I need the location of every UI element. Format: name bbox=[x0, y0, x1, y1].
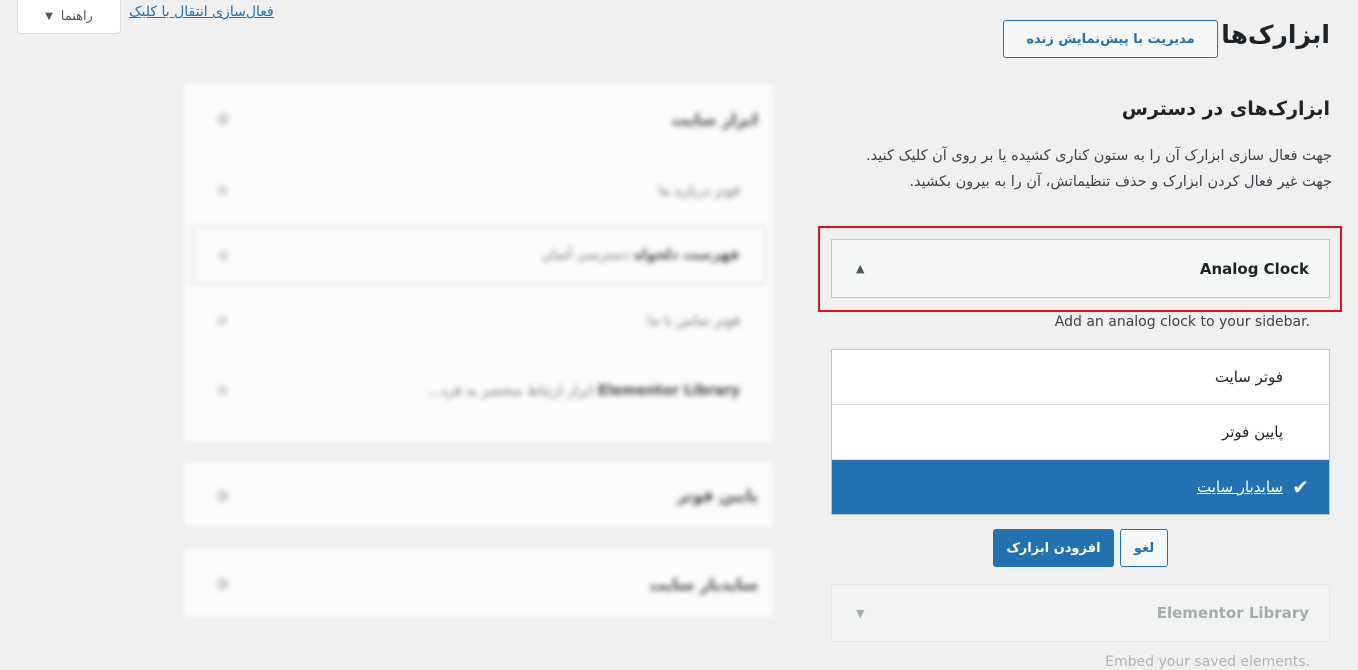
sidebar-option-label: سایدبار سایت bbox=[1197, 478, 1283, 496]
manage-live-preview-button[interactable]: مدیریت با پیش‌نمایش زنده bbox=[1003, 20, 1218, 58]
toggle-icon[interactable] bbox=[218, 490, 228, 501]
highlight-annotation bbox=[818, 226, 1342, 312]
help-label: راهنما bbox=[60, 9, 93, 24]
widget-description: Add an analog clock to your sidebar. bbox=[1054, 314, 1310, 330]
widget-row-label: فوتر تماس با ما bbox=[647, 312, 740, 329]
widget-area-panel[interactable]: ابزار سایت فوتر درباره ما فهرست دلخواه د… bbox=[183, 83, 775, 443]
widget-area-title: پایین فوتر bbox=[677, 486, 758, 505]
widget-area-title: سایدبار سایت bbox=[649, 574, 758, 594]
sidebar-option-footer[interactable]: فوتر سایت bbox=[832, 350, 1329, 405]
widget-row-label: Elementor Library ابزار ارتباط منحصر به … bbox=[427, 382, 740, 399]
widget-elementor-library[interactable]: ▼ Elementor Library bbox=[831, 584, 1330, 642]
toggle-icon[interactable] bbox=[218, 316, 227, 325]
add-widget-button[interactable]: افزودن ابزارک bbox=[993, 529, 1114, 567]
available-widgets-description: جهت فعال سازی ابزارک آن را به ستون کناری… bbox=[866, 148, 1332, 190]
toggle-icon[interactable] bbox=[219, 250, 228, 260]
page-title: ابزارک‌ها bbox=[1221, 20, 1330, 49]
widget-description: Embed your saved elements. bbox=[1105, 654, 1310, 670]
help-tab-button[interactable]: راهنما ▼ bbox=[17, 0, 121, 34]
widget-row[interactable]: فوتر تماس با ما bbox=[192, 284, 766, 356]
triangle-down-icon[interactable]: ▼ bbox=[856, 607, 864, 620]
toggle-icon[interactable] bbox=[218, 186, 227, 195]
widget-row[interactable]: فهرست دلخواه دسترسی آسان bbox=[192, 226, 766, 284]
click-activation-link[interactable]: فعال‌سازی انتقال با کلیک bbox=[129, 4, 274, 20]
widget-area-header[interactable]: پایین فوتر bbox=[184, 462, 774, 529]
toggle-icon[interactable] bbox=[218, 114, 228, 124]
widget-area-panel[interactable]: سایدبار سایت bbox=[183, 548, 775, 618]
widget-row[interactable]: Elementor Library ابزار ارتباط منحصر به … bbox=[192, 356, 766, 424]
caret-down-icon: ▼ bbox=[45, 11, 53, 22]
widget-area-panel[interactable]: پایین فوتر bbox=[183, 461, 775, 528]
widget-area-title: ابزار سایت bbox=[671, 109, 758, 129]
widget-title: Elementor Library bbox=[1156, 604, 1309, 622]
sidebar-option-label: فوتر سایت bbox=[1214, 368, 1283, 386]
widget-row-label: فوتر درباره ما bbox=[658, 182, 740, 199]
sidebar-chooser: فوتر سایت پایین فوتر ✔ سایدبار سایت bbox=[831, 349, 1330, 515]
widget-area-header[interactable]: سایدبار سایت bbox=[184, 549, 774, 619]
widget-areas-column: ابزار سایت فوتر درباره ما فهرست دلخواه د… bbox=[183, 83, 775, 618]
sidebar-option-label: پایین فوتر bbox=[1221, 423, 1283, 441]
available-widgets-heading: ابزارک‌های در دسترس bbox=[1121, 98, 1330, 120]
widget-row[interactable]: فوتر درباره ما bbox=[192, 154, 766, 226]
toggle-icon[interactable] bbox=[218, 579, 228, 589]
cancel-button[interactable]: لغو bbox=[1120, 529, 1168, 567]
toggle-icon[interactable] bbox=[218, 386, 227, 395]
widget-row-label: فهرست دلخواه دسترسی آسان bbox=[541, 247, 739, 263]
sidebar-option-site-sidebar[interactable]: ✔ سایدبار سایت bbox=[832, 460, 1329, 514]
sidebar-option-bottom-footer[interactable]: پایین فوتر bbox=[832, 405, 1329, 460]
checkmark-icon: ✔ bbox=[1292, 475, 1309, 499]
widget-area-header[interactable]: ابزار سایت bbox=[184, 84, 774, 154]
